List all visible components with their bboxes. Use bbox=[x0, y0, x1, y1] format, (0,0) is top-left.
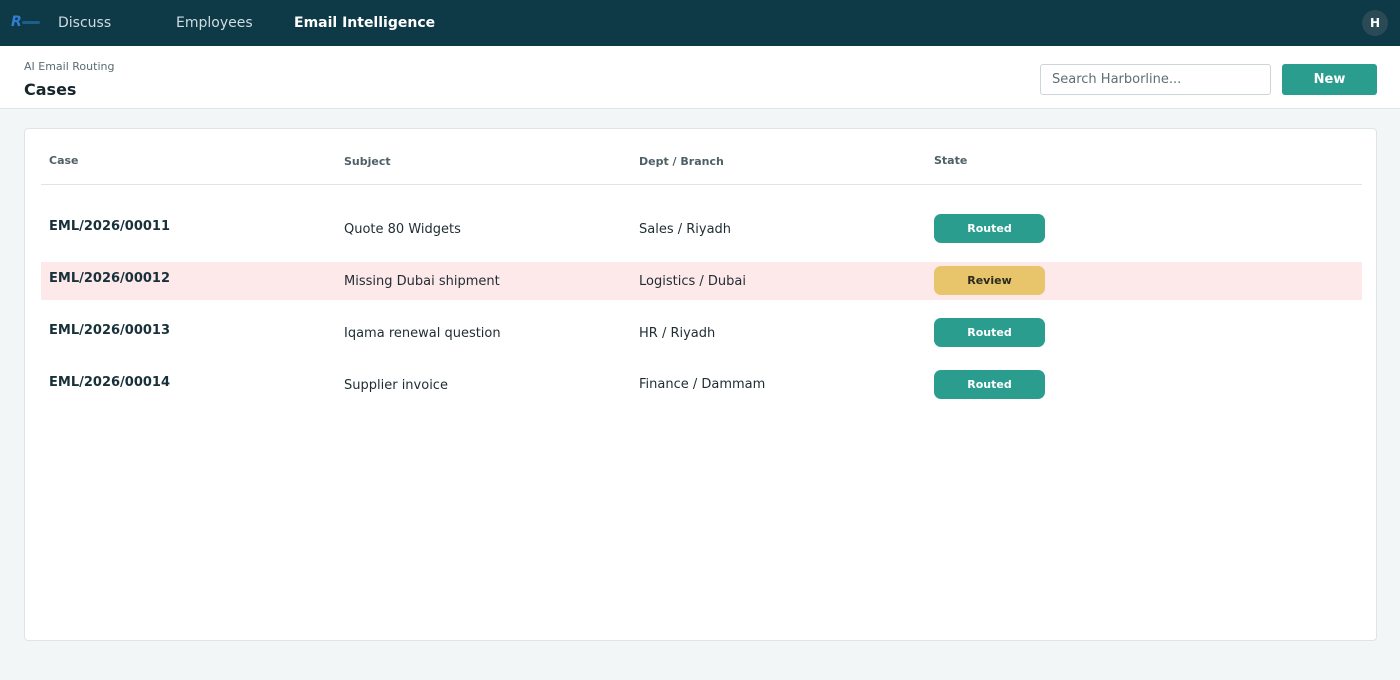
case-id[interactable]: EML/2026/00011 bbox=[49, 219, 170, 234]
harborline-logo-icon[interactable]: R bbox=[10, 12, 42, 32]
page-header: AI Email Routing Cases New bbox=[0, 46, 1400, 109]
svg-text:R: R bbox=[11, 14, 22, 30]
status-badge: Review bbox=[934, 266, 1045, 295]
case-subject: Missing Dubai shipment bbox=[344, 274, 500, 289]
column-header-case[interactable]: Case bbox=[49, 154, 79, 167]
nav-discuss[interactable]: Discuss bbox=[58, 15, 111, 31]
cases-table-card: Case Subject Dept / Branch State EML/202… bbox=[24, 128, 1377, 641]
case-subject: Supplier invoice bbox=[344, 378, 448, 393]
status-badge: Routed bbox=[934, 214, 1045, 243]
table-header: Case Subject Dept / Branch State bbox=[41, 129, 1362, 185]
breadcrumb[interactable]: AI Email Routing bbox=[24, 60, 114, 73]
nav-employees[interactable]: Employees bbox=[176, 15, 253, 31]
case-subject: Quote 80 Widgets bbox=[344, 222, 461, 237]
table-row[interactable]: EML/2026/00012 Missing Dubai shipment Lo… bbox=[41, 262, 1362, 300]
column-header-state[interactable]: State bbox=[934, 154, 967, 167]
page-title: Cases bbox=[24, 80, 77, 99]
case-dept-branch: HR / Riyadh bbox=[639, 326, 716, 341]
status-badge: Routed bbox=[934, 370, 1045, 399]
top-navbar: R Discuss Employees Email Intelligence H bbox=[0, 0, 1400, 46]
nav-email-intelligence[interactable]: Email Intelligence bbox=[294, 15, 435, 31]
column-header-subject[interactable]: Subject bbox=[344, 155, 391, 168]
case-id[interactable]: EML/2026/00013 bbox=[49, 323, 170, 338]
table-row[interactable]: EML/2026/00014 Supplier invoice Finance … bbox=[41, 366, 1362, 404]
case-dept-branch: Sales / Riyadh bbox=[639, 222, 732, 237]
case-subject: Iqama renewal question bbox=[344, 326, 501, 341]
table-row[interactable]: EML/2026/00011 Quote 80 Widgets Sales / … bbox=[41, 210, 1362, 248]
avatar[interactable]: H bbox=[1362, 10, 1388, 36]
column-header-dept-branch[interactable]: Dept / Branch bbox=[639, 155, 724, 168]
table-row[interactable]: EML/2026/00013 Iqama renewal question HR… bbox=[41, 314, 1362, 352]
case-id[interactable]: EML/2026/00014 bbox=[49, 375, 170, 390]
search-input[interactable] bbox=[1040, 64, 1271, 95]
case-id[interactable]: EML/2026/00012 bbox=[49, 271, 170, 286]
case-dept-branch: Finance / Dammam bbox=[639, 377, 766, 392]
status-badge: Routed bbox=[934, 318, 1045, 347]
case-dept-branch: Logistics / Dubai bbox=[639, 274, 746, 289]
new-button[interactable]: New bbox=[1282, 64, 1377, 95]
